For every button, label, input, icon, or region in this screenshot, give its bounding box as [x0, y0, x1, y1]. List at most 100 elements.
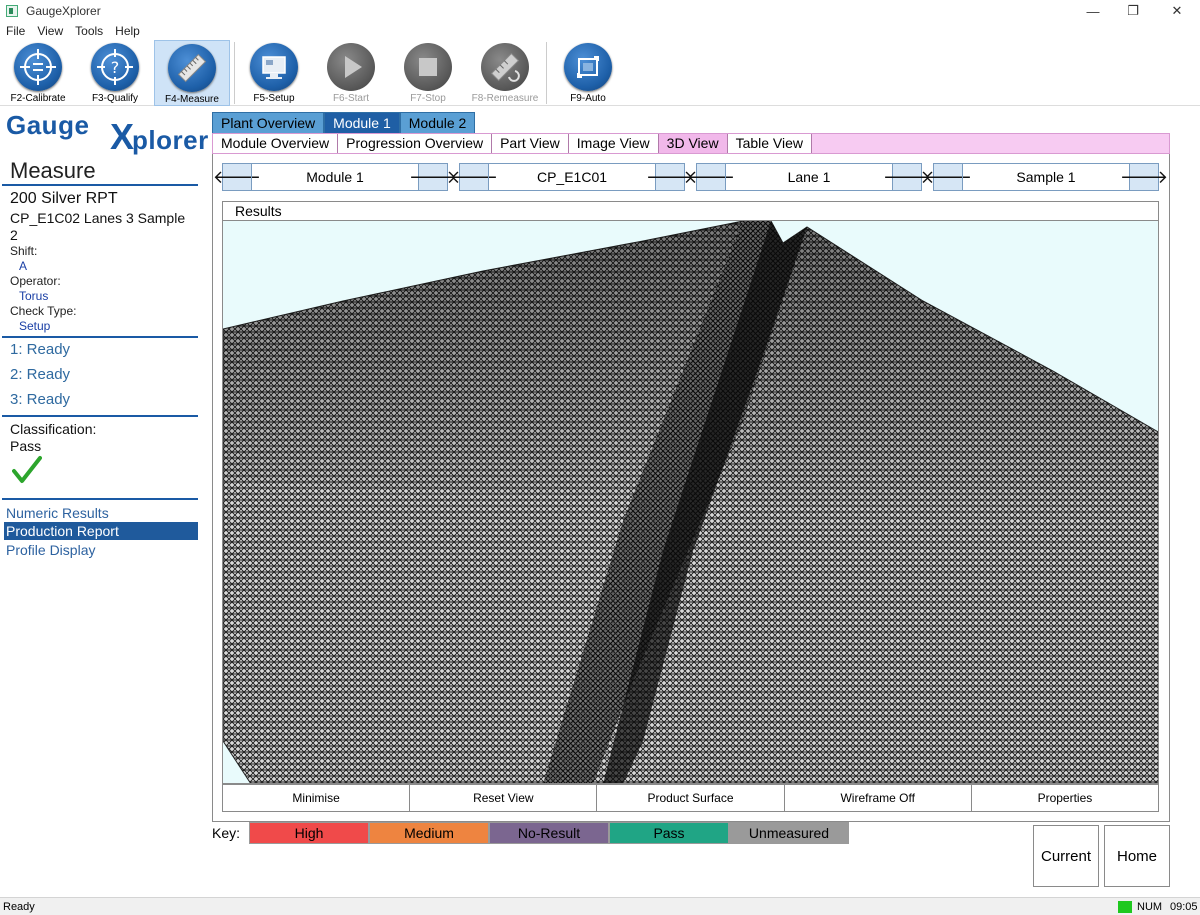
logo-text-x: X	[110, 116, 135, 157]
menu-bar: File View Tools Help	[0, 22, 1200, 40]
tab-module-overview[interactable]: Module Overview	[213, 134, 339, 153]
tab-module-2[interactable]: Module 2	[399, 112, 476, 133]
logo-text-gauge: Gauge	[6, 110, 90, 140]
sample-navigator: 🡐 Sample 1 🡒	[924, 163, 1168, 191]
ruler-refresh-icon	[481, 43, 529, 91]
viewport-actions: Minimise Reset View Product Surface Wire…	[222, 784, 1159, 812]
num-lock-indicator: NUM	[1137, 901, 1163, 913]
key-no-result: No-Result	[489, 822, 609, 844]
minimise-button[interactable]: Minimise	[223, 785, 411, 811]
lane-prev-button[interactable]: 🡐	[687, 164, 735, 190]
sample-next-button[interactable]: 🡒	[1120, 164, 1168, 190]
start-button[interactable]: F6-Start	[313, 40, 389, 106]
window-title: GaugeXplorer	[26, 4, 101, 18]
maximize-button[interactable]: ❐	[1110, 0, 1156, 22]
measure-label: F4-Measure	[165, 94, 219, 105]
properties-button[interactable]: Properties	[971, 785, 1159, 811]
sample-prev-button[interactable]: 🡐	[924, 164, 972, 190]
toolbar: F2-Calibrate ? F3-Qualify F4-Measure F5-…	[0, 40, 1200, 106]
target-icon	[14, 43, 62, 91]
module-value: Module 1	[251, 164, 419, 190]
app-icon	[6, 5, 18, 17]
tab-part-view[interactable]: Part View	[492, 134, 569, 153]
menu-view[interactable]: View	[31, 24, 69, 38]
question-target-icon: ?	[91, 43, 139, 91]
stop-icon	[404, 43, 452, 91]
part-prev-button[interactable]: 🡐	[450, 164, 498, 190]
ruler-icon	[168, 44, 216, 92]
setup-button[interactable]: F5-Setup	[236, 40, 312, 106]
current-button[interactable]: Current	[1033, 825, 1099, 887]
auto-button[interactable]: F9-Auto	[550, 40, 626, 106]
numeric-results-link[interactable]: Numeric Results	[4, 504, 198, 522]
remeasure-button[interactable]: F8-Remeasure	[467, 40, 543, 106]
qualify-label: F3-Qualify	[91, 93, 139, 104]
measure-button[interactable]: F4-Measure	[154, 40, 230, 106]
tab-progression-overview[interactable]: Progression Overview	[338, 134, 493, 153]
tab-plant-overview[interactable]: Plant Overview	[212, 112, 325, 133]
sample-description: CP_E1C02 Lanes 3 Sample	[10, 210, 186, 226]
menu-file[interactable]: File	[0, 24, 31, 38]
results-header: Results	[222, 201, 1159, 221]
part-next-button[interactable]: 🡒	[646, 164, 694, 190]
classification-value: Pass	[10, 438, 42, 454]
divider	[2, 336, 198, 338]
lane-next-button[interactable]: 🡒	[883, 164, 931, 190]
home-button[interactable]: Home	[1104, 825, 1170, 887]
module-tabs: Plant Overview Module 1 Module 2	[212, 112, 476, 133]
auto-icon	[564, 43, 612, 91]
divider	[2, 498, 198, 500]
monitor-icon	[250, 43, 298, 91]
toolbar-separator	[546, 42, 547, 104]
title-bar: GaugeXplorer	[0, 0, 1200, 22]
tab-table-view[interactable]: Table View	[727, 134, 813, 153]
stop-button[interactable]: F7-Stop	[390, 40, 466, 106]
divider	[2, 184, 198, 186]
lane-status-1: 1: Ready	[10, 341, 71, 358]
close-button[interactable]: ✕	[1154, 0, 1200, 22]
profile-display-link[interactable]: Profile Display	[4, 541, 198, 559]
svg-text:?: ?	[111, 58, 120, 77]
status-bar: Ready NUM 09:05	[0, 897, 1200, 915]
shift-value: A	[19, 259, 28, 273]
gaugexplorer-logo: Gauge X plorer	[6, 108, 208, 157]
operator-label: Operator:	[10, 274, 61, 288]
clock: 09:05	[1170, 901, 1198, 913]
status-text: Ready	[3, 901, 35, 913]
tab-3d-view[interactable]: 3D View	[658, 134, 728, 153]
key-high: High	[249, 822, 369, 844]
part-navigator: 🡐 CP_E1C01 🡒	[450, 163, 694, 191]
check-type-value: Setup	[19, 319, 51, 333]
tab-module-1[interactable]: Module 1	[324, 112, 400, 133]
tab-image-view[interactable]: Image View	[568, 134, 659, 153]
qualify-button[interactable]: ? F3-Qualify	[77, 40, 153, 106]
menu-tools[interactable]: Tools	[69, 24, 109, 38]
lane-value: Lane 1	[725, 164, 893, 190]
product-surface-button[interactable]: Product Surface	[597, 785, 785, 811]
3d-wireframe-surface[interactable]	[223, 221, 1159, 784]
setup-label: F5-Setup	[253, 93, 295, 104]
panel-heading: Measure	[10, 158, 96, 183]
shift-label: Shift:	[10, 244, 38, 258]
wireframe-off-button[interactable]: Wireframe Off	[784, 785, 972, 811]
3d-surface-viewport[interactable]	[222, 221, 1159, 784]
menu-help[interactable]: Help	[109, 24, 146, 38]
sample-description-cont: 2	[10, 227, 18, 243]
lane-status-3: 3: Ready	[10, 391, 71, 408]
module-next-button[interactable]: 🡒	[409, 164, 457, 190]
play-icon	[327, 43, 375, 91]
key-medium: Medium	[369, 822, 489, 844]
check-type-label: Check Type:	[10, 304, 77, 318]
sample-value: Sample 1	[962, 164, 1130, 190]
lane-navigator: 🡐 Lane 1 🡒	[687, 163, 931, 191]
calibrate-button[interactable]: F2-Calibrate	[0, 40, 76, 106]
lane-status-2: 2: Ready	[10, 366, 71, 383]
calibrate-label: F2-Calibrate	[10, 93, 66, 104]
reset-view-button[interactable]: Reset View	[410, 785, 598, 811]
auto-label: F9-Auto	[570, 93, 606, 104]
production-report-link[interactable]: Production Report	[4, 522, 198, 540]
divider	[2, 415, 198, 417]
logo-text-plorer: plorer	[132, 125, 209, 155]
module-prev-button[interactable]: 🡐	[213, 164, 261, 190]
module-navigator: 🡐 Module 1 🡒	[213, 163, 457, 191]
